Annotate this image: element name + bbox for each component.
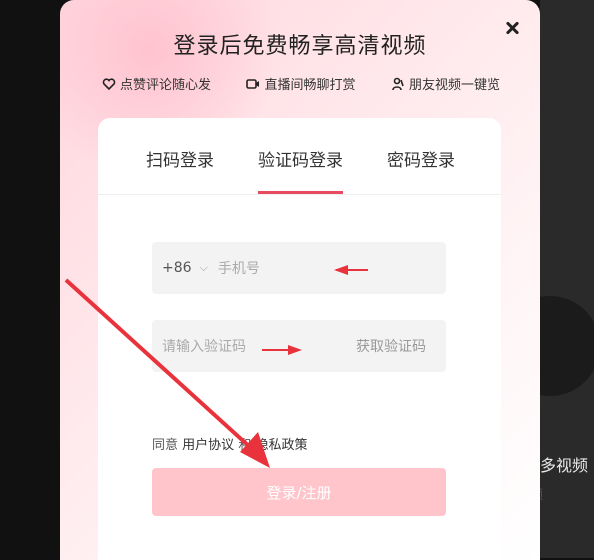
feature-item: 点赞评论随心发	[102, 74, 211, 93]
agreement-and: 和	[238, 438, 252, 453]
login-tabs: 扫码登录 验证码登录 密码登录	[98, 118, 501, 195]
friends-icon	[391, 77, 405, 91]
phone-input[interactable]: +86 ⌵ 手机号	[152, 242, 446, 294]
heart-icon	[102, 77, 116, 91]
user-agreement-link[interactable]: 用户协议	[182, 438, 234, 453]
chevron-down-icon[interactable]: ⌵	[200, 261, 208, 275]
phone-placeholder: 手机号	[217, 261, 260, 277]
feature-label: 朋友视频一键览	[408, 78, 500, 93]
background-text: 多视频	[540, 456, 589, 475]
login-card: 扫码登录 验证码登录 密码登录 +86 ⌵ 手机号 请输入验证码 获取验证码 同…	[98, 118, 501, 560]
privacy-policy-link[interactable]: 隐私政策	[255, 438, 307, 453]
tab-qr-login[interactable]: 扫码登录	[146, 118, 214, 194]
feature-item: 直播间畅聊打赏	[246, 74, 356, 93]
agreement-prefix: 同意	[152, 438, 179, 453]
agreement-text: 同意 用户协议 和 隐私政策	[152, 434, 307, 453]
feature-label: 点赞评论随心发	[120, 78, 212, 93]
tab-password-login[interactable]: 密码登录	[387, 118, 455, 194]
feature-item: 朋友视频一键览	[391, 74, 500, 93]
tab-code-login[interactable]: 验证码登录	[258, 118, 343, 194]
code-placeholder: 请输入验证码	[162, 339, 246, 355]
login-modal: 登录后免费畅享高清视频 点赞评论随心发 直播间畅聊打赏 朋友视频一键览 扫码登录…	[60, 0, 540, 560]
feature-label: 直播间畅聊打赏	[264, 78, 356, 93]
feature-list: 点赞评论随心发 直播间畅聊打赏 朋友视频一键览	[102, 74, 500, 93]
code-input[interactable]: 请输入验证码 获取验证码	[152, 320, 446, 372]
login-register-button[interactable]: 登录/注册	[152, 468, 446, 516]
modal-title: 登录后免费畅享高清视频	[173, 34, 427, 59]
country-code[interactable]: +86	[162, 260, 192, 276]
live-icon	[246, 77, 260, 91]
get-code-button[interactable]: 获取验证码	[356, 336, 426, 356]
